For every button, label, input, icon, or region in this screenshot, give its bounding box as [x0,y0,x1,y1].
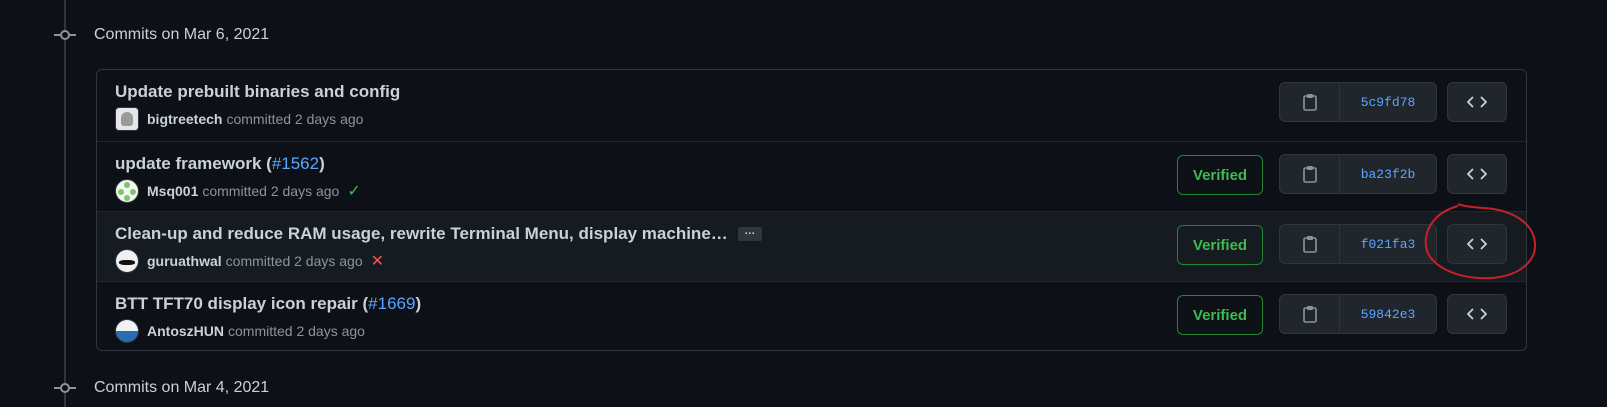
browse-repo-button[interactable] [1447,154,1507,194]
code-icon [1467,96,1487,108]
day-title: Commits on Mar 6, 2021 [94,26,270,43]
sha-button-group: 5c9fd78 [1279,82,1437,122]
x-icon[interactable]: ✕ [371,251,384,271]
pr-link[interactable]: #1669 [368,294,415,314]
copy-sha-button[interactable] [1280,295,1340,333]
commit-message-text[interactable]: Update prebuilt binaries and config [115,82,400,102]
code-icon [1467,238,1487,250]
day-header: Commits on Mar 6, 2021 [54,23,269,47]
browse-repo-button[interactable] [1447,294,1507,334]
commit-group-icon [54,377,76,399]
check-icon[interactable]: ✓ [347,181,360,201]
commit-meta: guruathwal committed 2 days ago ✕ [115,249,384,273]
commit-message-text[interactable]: update framework ( [115,154,272,174]
expand-message-button[interactable]: … [737,226,762,241]
author-link[interactable]: Msq001 [147,183,198,199]
commit-message-text[interactable]: Clean-up and reduce RAM usage, rewrite T… [115,224,728,244]
commit-message-text[interactable]: BTT TFT70 display icon repair ( [115,294,368,314]
author-link[interactable]: AntoszHUN [147,323,224,339]
commit-message[interactable]: Clean-up and reduce RAM usage, rewrite T… [115,224,762,244]
committed-time: committed 2 days ago [226,111,364,127]
committed-time: committed 2 days ago [225,253,363,269]
commit-row: update framework (#1562) Msq001 committe… [97,141,1526,211]
commit-message[interactable]: update framework (#1562) [115,154,325,174]
commit-message-suffix[interactable]: ) [319,154,325,174]
commit-meta: AntoszHUN committed 2 days ago [115,319,365,343]
sha-link[interactable]: 59842e3 [1340,295,1436,333]
copy-sha-button[interactable] [1280,225,1340,263]
sha-link[interactable]: f021fa3 [1340,225,1436,263]
clippy-icon [1302,94,1317,111]
copy-sha-button[interactable] [1280,155,1340,193]
verified-badge[interactable]: Verified [1177,225,1263,265]
copy-sha-button[interactable] [1280,83,1340,121]
browse-repo-button[interactable] [1447,82,1507,122]
sha-link[interactable]: 5c9fd78 [1340,83,1436,121]
commit-message[interactable]: BTT TFT70 display icon repair (#1669) [115,294,421,314]
commit-meta: bigtreetech committed 2 days ago [115,107,364,131]
verified-badge[interactable]: Verified [1177,155,1263,195]
commit-list: Update prebuilt binaries and config bigt… [96,69,1527,351]
verified-badge[interactable]: Verified [1177,295,1263,335]
commit-group-icon [54,24,76,46]
timeline-line [64,0,66,407]
pr-link[interactable]: #1562 [272,154,319,174]
clippy-icon [1302,306,1317,323]
avatar[interactable] [115,179,139,203]
browse-repo-button[interactable] [1447,224,1507,264]
commit-row: Update prebuilt binaries and config bigt… [97,70,1526,140]
sha-button-group: f021fa3 [1279,224,1437,264]
clippy-icon [1302,236,1317,253]
committed-time: committed 2 days ago [202,183,340,199]
code-icon [1467,308,1487,320]
sha-button-group: 59842e3 [1279,294,1437,334]
day-header: Commits on Mar 4, 2021 [54,376,269,400]
committed-time: committed 2 days ago [228,323,365,339]
commit-message[interactable]: Update prebuilt binaries and config [115,82,400,102]
clippy-icon [1302,166,1317,183]
code-icon [1467,168,1487,180]
commit-meta: Msq001 committed 2 days ago ✓ [115,179,361,203]
day-title: Commits on Mar 4, 2021 [94,379,270,396]
avatar[interactable] [115,249,139,273]
author-link[interactable]: bigtreetech [147,111,222,127]
avatar[interactable] [115,319,139,343]
commit-row: Clean-up and reduce RAM usage, rewrite T… [97,211,1526,281]
author-link[interactable]: guruathwal [147,253,222,269]
avatar[interactable] [115,107,139,131]
commit-message-suffix[interactable]: ) [415,294,421,314]
sha-button-group: ba23f2b [1279,154,1437,194]
commit-row: BTT TFT70 display icon repair (#1669) An… [97,281,1526,350]
sha-link[interactable]: ba23f2b [1340,155,1436,193]
